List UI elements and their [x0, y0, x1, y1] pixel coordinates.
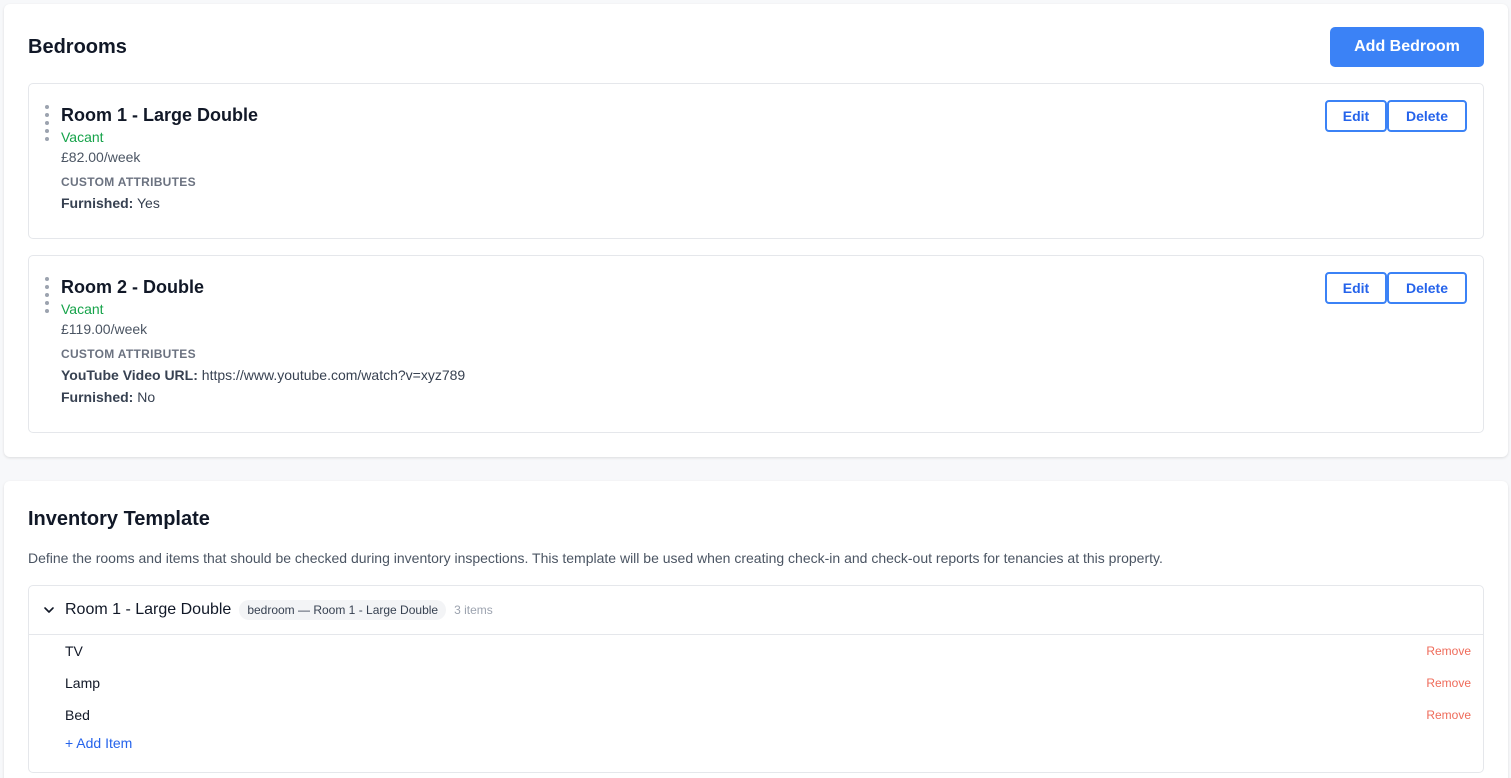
delete-button[interactable]: Delete [1387, 100, 1467, 132]
drag-handle-icon[interactable] [44, 277, 50, 313]
remove-item-link[interactable]: Remove [1426, 676, 1471, 690]
template-items-list: TV Remove Lamp Remove Bed Remove + Add I… [29, 635, 1483, 753]
item-count: 3 items [454, 603, 493, 617]
inventory-template-title: Inventory Template [28, 508, 210, 530]
bedrooms-section: Bedrooms Add Bedroom Room 1 - Large Doub… [4, 4, 1508, 457]
attribute-value: https://www.youtube.com/watch?v=xyz789 [201, 367, 466, 383]
remove-item-link[interactable]: Remove [1426, 708, 1471, 722]
bedroom-card: Room 1 - Large Double Vacant £82.00/week… [28, 83, 1484, 239]
attribute-key: YouTube Video URL: [61, 367, 198, 383]
template-room-group: Room 1 - Large Double bedroom — Room 1 -… [28, 585, 1484, 773]
edit-button[interactable]: Edit [1325, 272, 1387, 304]
remove-item-link[interactable]: Remove [1426, 644, 1471, 658]
edit-button[interactable]: Edit [1325, 100, 1387, 132]
list-item: Lamp Remove [29, 667, 1483, 699]
bedroom-price: £82.00/week [61, 149, 141, 165]
template-room-name: Room 1 - Large Double [65, 601, 232, 618]
list-item: TV Remove [29, 635, 1483, 667]
list-item: Bed Remove [29, 699, 1483, 731]
bedrooms-title: Bedrooms [28, 36, 127, 58]
chevron-down-icon[interactable] [43, 604, 55, 616]
inventory-template-description: Define the rooms and items that should b… [28, 550, 1163, 566]
custom-attribute: YouTube Video URL: https://www.youtube.c… [61, 367, 465, 384]
bedroom-status: Vacant [61, 129, 104, 145]
custom-attributes-heading: CUSTOM ATTRIBUTES [61, 175, 196, 189]
attribute-key: Furnished: [61, 389, 134, 405]
custom-attribute: Furnished: Yes [61, 195, 258, 212]
bedroom-info: Room 1 - Large Double Vacant £82.00/week… [61, 104, 258, 212]
item-name: Bed [65, 707, 90, 723]
bedroom-info: Room 2 - Double Vacant £119.00/week CUST… [61, 276, 465, 406]
add-bedroom-button[interactable]: Add Bedroom [1330, 27, 1484, 67]
drag-handle-icon[interactable] [44, 105, 50, 141]
inventory-template-section: Inventory Template Define the rooms and … [4, 481, 1508, 778]
bedroom-status: Vacant [61, 301, 104, 317]
room-type-badge: bedroom — Room 1 - Large Double [239, 600, 447, 620]
add-item-link[interactable]: + Add Item [65, 735, 132, 751]
delete-button[interactable]: Delete [1387, 272, 1467, 304]
bedroom-name: Room 2 - Double [61, 277, 204, 297]
template-room-header[interactable]: Room 1 - Large Double bedroom — Room 1 -… [29, 586, 1483, 635]
attribute-key: Furnished: [61, 195, 134, 211]
custom-attributes-heading: CUSTOM ATTRIBUTES [61, 347, 196, 361]
item-name: TV [65, 643, 83, 659]
item-name: Lamp [65, 675, 101, 691]
bedroom-name: Room 1 - Large Double [61, 105, 259, 125]
bedroom-price: £119.00/week [61, 321, 148, 337]
attribute-value: No [137, 389, 156, 405]
bedroom-card: Room 2 - Double Vacant £119.00/week CUST… [28, 255, 1484, 433]
attribute-value: Yes [136, 195, 160, 211]
custom-attribute: Furnished: No [61, 389, 465, 406]
